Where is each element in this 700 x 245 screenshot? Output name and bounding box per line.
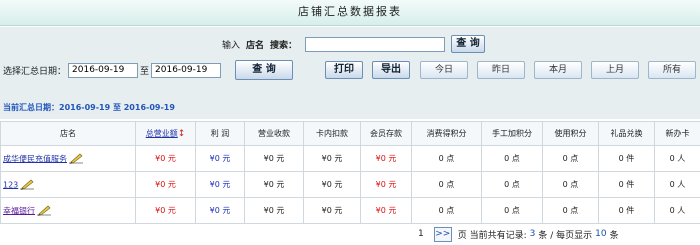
col-header-manual-points: 手工加积分 xyxy=(481,121,543,146)
profit-cell: ¥0 元 xyxy=(195,145,245,172)
profit-cell: ¥0 元 xyxy=(195,171,245,198)
member-deposit-cell: ¥0 元 xyxy=(360,197,412,224)
col-header-store: 店名 xyxy=(0,121,136,146)
filter-panel: 输入 店名 搜索： 查 询 选择汇总日期： 至 查 询 打印 导出 今日 昨日 … xyxy=(0,27,700,119)
page-size: 10 xyxy=(595,229,607,239)
col-header-gift: 礼品兑换 xyxy=(598,121,655,146)
date-range-separator: 至 xyxy=(140,66,150,77)
export-button[interactable]: 导出 xyxy=(372,61,411,79)
edit-pencil-icon[interactable] xyxy=(68,152,84,166)
gift-cell: 0 件 xyxy=(598,171,655,198)
col-header-profit: 利 润 xyxy=(195,121,245,146)
all-button[interactable]: 所有 xyxy=(648,61,697,79)
col-header-new-card: 新办卡 xyxy=(654,121,700,146)
store-search-row: 输入 店名 搜索： 查 询 xyxy=(222,35,486,53)
page-size-unit: 条 xyxy=(609,230,619,241)
revenue-cell: ¥0 元 xyxy=(135,145,196,172)
pagination-bar: 1 >> 页 当前共有记录: 3 条 / 每页显示 10 条 xyxy=(418,225,619,243)
gift-cell: 0 件 xyxy=(598,197,655,224)
card-deduct-cell: ¥0 元 xyxy=(303,171,361,198)
consume-points-cell: 0 点 xyxy=(411,197,482,224)
current-date-range: 当前汇总日期：2016-09-19 至 2016-09-19 xyxy=(3,103,175,112)
today-button[interactable]: 今日 xyxy=(420,61,469,79)
new-card-cell: 0 人 xyxy=(654,197,700,224)
used-points-cell: 0 点 xyxy=(542,197,599,224)
store-link[interactable]: 幸福银行 xyxy=(3,206,35,215)
print-button[interactable]: 打印 xyxy=(325,61,364,79)
page-title: 店铺汇总数据报表 xyxy=(0,0,700,26)
search-input-label: 输入 xyxy=(222,40,241,51)
per-page-label: 条 / 每页显示 xyxy=(538,230,593,241)
col-header-card-deduct: 卡内扣款 xyxy=(303,121,361,146)
col-header-member-deposit: 会员存款 xyxy=(360,121,412,146)
yesterday-button[interactable]: 昨日 xyxy=(477,61,526,79)
edit-pencil-icon[interactable] xyxy=(19,178,35,192)
manual-points-cell: 0 点 xyxy=(481,197,543,224)
income-cell: ¥0 元 xyxy=(244,171,304,198)
summary-date-label: 选择汇总日期： xyxy=(3,66,67,77)
member-deposit-cell: ¥0 元 xyxy=(360,171,412,198)
new-card-cell: 0 人 xyxy=(654,171,700,198)
this-month-button[interactable]: 本月 xyxy=(534,61,583,79)
revenue-cell: ¥0 元 xyxy=(135,197,196,224)
date-filter-row: 选择汇总日期： 至 查 询 打印 导出 今日 昨日 本月 上月 所有 xyxy=(3,60,697,80)
last-month-button[interactable]: 上月 xyxy=(591,61,640,79)
manual-points-cell: 0 点 xyxy=(481,145,543,172)
store-summary-table: 店名 总营业额↕ 利 润 营业收款 卡内扣款 会员存款 消费得积分 手工加积分 … xyxy=(0,121,700,224)
revenue-cell: ¥0 元 xyxy=(135,171,196,198)
store-search-button[interactable]: 查 询 xyxy=(451,35,486,53)
edit-pencil-icon[interactable] xyxy=(36,204,52,218)
sort-arrows-icon[interactable]: ↕ xyxy=(178,129,186,139)
store-name-label: 店名 xyxy=(246,40,265,51)
used-points-cell: 0 点 xyxy=(542,171,599,198)
store-search-input[interactable] xyxy=(305,36,446,52)
total-records: 3 xyxy=(529,229,536,239)
start-date-input[interactable] xyxy=(68,62,139,78)
gift-cell: 0 件 xyxy=(598,145,655,172)
manual-points-cell: 0 点 xyxy=(481,171,543,198)
table-row: 幸福银行 ¥0 元 ¥0 元 ¥0 元 ¥0 元 ¥0 元 0 点 0 点 0 … xyxy=(0,197,700,224)
consume-points-cell: 0 点 xyxy=(411,145,482,172)
income-cell: ¥0 元 xyxy=(244,197,304,224)
new-card-cell: 0 人 xyxy=(654,145,700,172)
next-page-button[interactable]: >> xyxy=(433,226,452,242)
col-header-revenue[interactable]: 总营业额↕ xyxy=(135,121,196,146)
store-link[interactable]: 123 xyxy=(3,180,18,189)
profit-cell: ¥0 元 xyxy=(195,197,245,224)
table-row: 123 ¥0 元 ¥0 元 ¥0 元 ¥0 元 ¥0 元 0 点 0 点 0 点… xyxy=(0,171,700,198)
col-header-used-points: 使用积分 xyxy=(542,121,599,146)
date-query-button[interactable]: 查 询 xyxy=(235,60,294,80)
table-row: 成华便民充值服务 ¥0 元 ¥0 元 ¥0 元 ¥0 元 ¥0 元 0 点 0 … xyxy=(0,145,700,172)
table-header-row: 店名 总营业额↕ 利 润 营业收款 卡内扣款 会员存款 消费得积分 手工加积分 … xyxy=(0,121,700,146)
col-header-income: 营业收款 xyxy=(244,121,304,146)
store-link[interactable]: 成华便民充值服务 xyxy=(3,154,67,163)
income-cell: ¥0 元 xyxy=(244,145,304,172)
search-label: 搜索： xyxy=(270,40,298,51)
sort-revenue-link[interactable]: 总营业额 xyxy=(146,129,178,138)
consume-points-cell: 0 点 xyxy=(411,171,482,198)
end-date-input[interactable] xyxy=(151,62,222,78)
member-deposit-cell: ¥0 元 xyxy=(360,145,412,172)
card-deduct-cell: ¥0 元 xyxy=(303,197,361,224)
col-header-consume-points: 消费得积分 xyxy=(411,121,482,146)
record-count-label: 页 当前共有记录: xyxy=(457,230,527,241)
current-page-number: 1 xyxy=(418,229,424,239)
card-deduct-cell: ¥0 元 xyxy=(303,145,361,172)
used-points-cell: 0 点 xyxy=(542,145,599,172)
